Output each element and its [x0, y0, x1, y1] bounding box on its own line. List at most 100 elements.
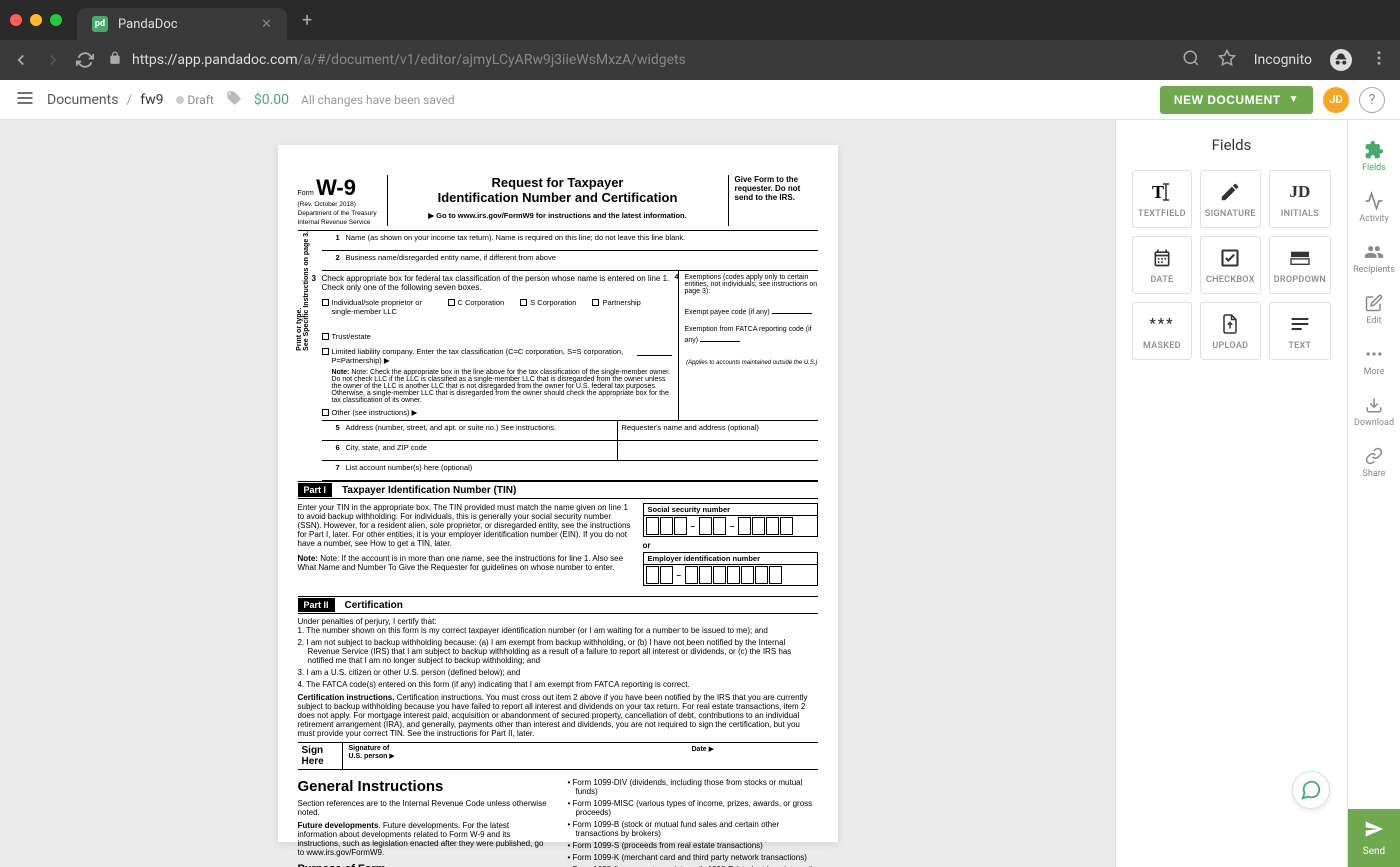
field-signature[interactable]: SIGNATURE — [1200, 170, 1261, 228]
menu-button[interactable] — [15, 88, 35, 112]
breadcrumb-current[interactable]: fw9 — [140, 92, 163, 108]
field-date[interactable]: DATE — [1132, 236, 1192, 294]
new-tab-button[interactable]: + — [302, 10, 312, 31]
w9-cert-item: 2. I am not subject to backup withholdin… — [298, 638, 818, 665]
draft-status: Draft — [176, 93, 214, 107]
maximize-window-button[interactable] — [50, 14, 62, 26]
field-upload[interactable]: UPLOAD — [1200, 302, 1261, 360]
rail-fields[interactable]: Fields — [1348, 132, 1400, 181]
browser-menu-icon[interactable] — [1370, 49, 1388, 71]
breadcrumb-root[interactable]: Documents — [47, 92, 118, 108]
w9-gi-p2: Future developments. Future developments… — [298, 821, 548, 857]
close-tab-icon[interactable]: ✕ — [261, 17, 272, 32]
field-masked[interactable]: *** MASKED — [1132, 302, 1192, 360]
rail-recipients[interactable]: Recipients — [1348, 234, 1400, 283]
url-host: https://app.pandadoc.com/a/#/document/v1… — [132, 52, 686, 68]
w9-bullet: Form 1099-MISC (various types of income,… — [568, 799, 818, 817]
lock-icon — [108, 51, 122, 69]
field-label: UPLOAD — [1212, 341, 1248, 351]
document-price[interactable]: $0.00 — [254, 92, 289, 108]
rail-share[interactable]: Share — [1348, 438, 1400, 487]
rail-label: Edit — [1366, 316, 1381, 326]
w9-line-1: 1Name (as shown on your income tax retur… — [322, 231, 818, 251]
date-icon — [1152, 247, 1172, 269]
field-label: MASKED — [1143, 341, 1181, 351]
w9-fatca: Exemption from FATCA reporting code (if … — [685, 326, 818, 344]
signature-icon — [1219, 181, 1241, 203]
fields-panel-title: Fields — [1132, 136, 1331, 154]
breadcrumb-separator: / — [126, 92, 132, 108]
w9-part1-text: Enter your TIN in the appropriate box. T… — [298, 503, 633, 548]
field-label: INITIALS — [1281, 209, 1319, 219]
w9-ssn-box: Social security number – – — [643, 503, 818, 537]
w9-box4-applies: (Applies to accounts maintained outside … — [685, 360, 818, 366]
browser-tab[interactable]: pd PandaDoc ✕ — [77, 8, 287, 40]
w9-sign-row: SignHere Signature ofU.S. person ▶ Date … — [298, 742, 818, 770]
svg-text:T: T — [1152, 182, 1164, 202]
field-textfield[interactable]: T TEXTFIELD — [1132, 170, 1192, 228]
w9-check-individual: Individual/sole proprietor or single-mem… — [322, 298, 432, 316]
rail-more[interactable]: More — [1348, 336, 1400, 385]
help-button[interactable]: ? — [1359, 87, 1385, 113]
url-bar[interactable]: https://app.pandadoc.com/a/#/document/v1… — [108, 51, 1168, 69]
document-page[interactable]: Form W-9 (Rev. October 2018) Department … — [278, 145, 838, 842]
w9-perjury: Under penalties of perjury, I certify th… — [298, 617, 818, 626]
w9-check-llc: Limited liability company. Enter the tax… — [322, 347, 672, 365]
incognito-icon[interactable] — [1330, 49, 1352, 71]
w9-line-7: 7List account number(s) here (optional) — [322, 461, 818, 481]
forward-button[interactable] — [44, 51, 62, 69]
draft-label: Draft — [188, 93, 214, 107]
w9-give-form: Give Form to the requester. Do not send … — [728, 175, 818, 226]
rail-edit[interactable]: Edit — [1348, 285, 1400, 334]
chat-support-button[interactable] — [1292, 771, 1330, 809]
upload-icon — [1221, 313, 1239, 335]
field-dropdown[interactable]: DROPDOWN — [1269, 236, 1331, 294]
rail-activity[interactable]: Activity — [1348, 183, 1400, 232]
w9-check-partnership: Partnership — [592, 298, 640, 316]
close-window-button[interactable] — [10, 14, 22, 26]
incognito-label: Incognito — [1254, 52, 1312, 68]
rail-label: More — [1364, 367, 1385, 377]
fields-grid: T TEXTFIELD SIGNATURE JD INITIALS DATE C… — [1132, 170, 1331, 360]
send-button[interactable]: Send — [1348, 809, 1400, 867]
puzzle-icon — [1364, 140, 1384, 160]
w9-exempt-payee: Exempt payee code (if any) — [685, 305, 818, 316]
tag-icon[interactable] — [226, 90, 242, 110]
right-rail: Fields Activity Recipients Edit More Dow… — [1347, 120, 1400, 867]
user-avatar[interactable]: JD — [1323, 87, 1349, 113]
bookmark-icon[interactable] — [1218, 49, 1236, 71]
browser-nav-bar: https://app.pandadoc.com/a/#/document/v1… — [0, 40, 1400, 80]
w9-requester: Requester's name and address (optional) — [618, 421, 818, 440]
field-label: DATE — [1150, 275, 1173, 285]
w9-bullet: Form 1099-B (stock or mutual fund sales … — [568, 820, 818, 838]
w9-header: Form W-9 (Rev. October 2018) Department … — [298, 175, 818, 231]
rail-label: Share — [1363, 469, 1386, 479]
recipients-icon — [1364, 242, 1384, 262]
search-icon[interactable] — [1182, 49, 1200, 71]
w9-form-prefix: Form — [298, 190, 314, 197]
breadcrumb: Documents / fw9 — [47, 92, 164, 108]
w9-lines: Print or type.See Specific Instructions … — [298, 231, 818, 481]
w9-goto: ▶ Go to www.irs.gov/FormW9 for instructi… — [396, 211, 720, 220]
field-label: CHECKBOX — [1206, 275, 1255, 285]
chevron-down-icon: ▼ — [1289, 94, 1299, 105]
rail-download[interactable]: Download — [1348, 387, 1400, 436]
minimize-window-button[interactable] — [30, 14, 42, 26]
w9-date: Date ▶ — [692, 745, 812, 767]
field-checkbox[interactable]: CHECKBOX — [1200, 236, 1261, 294]
w9-sidebar-label: Print or type.See Specific Instructions … — [296, 231, 310, 351]
new-document-button[interactable]: NEW DOCUMENT ▼ — [1160, 86, 1313, 114]
w9-instructions: General Instructions Section references … — [298, 778, 818, 867]
reload-button[interactable] — [76, 51, 94, 69]
field-text[interactable]: TEXT — [1269, 302, 1331, 360]
w9-line-6: 6City, state, and ZIP code — [322, 441, 818, 461]
share-icon — [1365, 446, 1383, 466]
back-button[interactable] — [12, 51, 30, 69]
edit-icon — [1365, 293, 1383, 313]
field-initials[interactable]: JD INITIALS — [1269, 170, 1331, 228]
w9-gi-p1: Section references are to the Internal R… — [298, 799, 548, 817]
browser-tab-bar: pd PandaDoc ✕ + — [0, 0, 1400, 40]
document-canvas[interactable]: Form W-9 (Rev. October 2018) Department … — [0, 120, 1115, 867]
field-label: TEXTFIELD — [1138, 209, 1186, 219]
field-label: SIGNATURE — [1205, 209, 1256, 219]
